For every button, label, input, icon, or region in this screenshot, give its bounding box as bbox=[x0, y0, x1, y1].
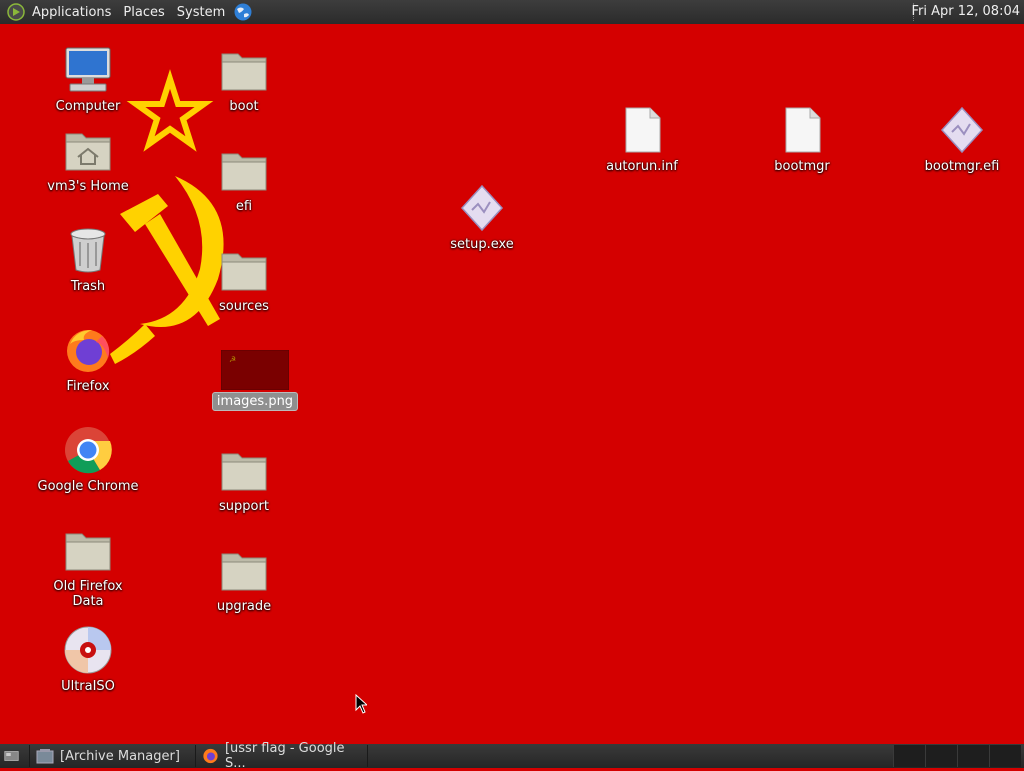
folder-icon bbox=[221, 53, 267, 91]
desktop-icon-images-png[interactable]: ☭ images.png bbox=[200, 346, 310, 411]
desktop-icon-ultraiso[interactable]: UltraISO bbox=[33, 624, 143, 695]
folder-icon bbox=[65, 533, 111, 571]
desktop-icon-old-firefox-data[interactable]: Old Firefox Data bbox=[33, 524, 143, 610]
icon-label: setup.exe bbox=[450, 237, 514, 252]
computer-icon bbox=[65, 47, 111, 92]
icon-label: UltraISO bbox=[61, 679, 115, 694]
desktop-icon-sources[interactable]: sources bbox=[189, 244, 299, 315]
desktop-icon-computer[interactable]: Computer bbox=[33, 44, 143, 115]
icon-label: bootmgr bbox=[774, 159, 830, 174]
folder-icon bbox=[221, 253, 267, 291]
executable-icon bbox=[460, 184, 504, 232]
icon-label: upgrade bbox=[216, 599, 272, 614]
text-file-icon bbox=[625, 107, 661, 153]
show-desktop-button[interactable] bbox=[0, 745, 30, 767]
folder-icon bbox=[221, 453, 267, 491]
taskbar-item-label: [Archive Manager] bbox=[60, 748, 180, 764]
icon-label: images.png bbox=[211, 392, 299, 411]
icon-label: boot bbox=[229, 99, 259, 114]
icon-label: Old Firefox Data bbox=[53, 579, 123, 609]
desktop-icon-bootmgr[interactable]: bootmgr bbox=[747, 104, 857, 175]
icon-label: support bbox=[219, 499, 269, 514]
icon-label: bootmgr.efi bbox=[924, 159, 1000, 174]
desktop-icon-autorun-inf[interactable]: autorun.inf bbox=[587, 104, 697, 175]
mouse-pointer-icon bbox=[355, 694, 367, 714]
icon-label: autorun.inf bbox=[606, 159, 678, 174]
places-menu[interactable]: Places bbox=[117, 5, 170, 20]
web-browser-launcher-icon[interactable] bbox=[233, 2, 253, 22]
desktop-icon-trash[interactable]: Trash bbox=[33, 224, 143, 295]
workspace-1[interactable] bbox=[893, 745, 925, 767]
desktop-icon-chrome[interactable]: Google Chrome bbox=[33, 424, 143, 495]
home-folder-icon bbox=[65, 133, 111, 171]
archive-manager-icon bbox=[36, 749, 54, 764]
top-panel: Applications Places System Fri Apr 12, 0… bbox=[0, 0, 1024, 24]
workspace-4[interactable] bbox=[989, 745, 1021, 767]
taskbar-item-label: [ussr flag - Google S... bbox=[224, 741, 345, 771]
desktop-icon-upgrade[interactable]: upgrade bbox=[189, 544, 299, 615]
firefox-icon bbox=[67, 330, 110, 372]
desktop-icon-home[interactable]: vm3's Home bbox=[33, 124, 143, 195]
folder-icon bbox=[221, 153, 267, 191]
text-file-icon bbox=[785, 107, 821, 153]
taskbar-item-archive-manager[interactable]: [Archive Manager] bbox=[30, 745, 196, 767]
show-desktop-icon bbox=[4, 751, 19, 761]
desktop-icon-setup-exe[interactable]: setup.exe bbox=[427, 182, 537, 253]
icon-label: Trash bbox=[70, 279, 106, 294]
firefox-icon bbox=[203, 748, 218, 764]
taskbar-item-firefox[interactable]: [ussr flag - Google S... bbox=[196, 741, 368, 771]
chrome-icon bbox=[65, 427, 112, 474]
desktop-icon-firefox[interactable]: Firefox bbox=[33, 324, 143, 395]
trash-icon bbox=[70, 228, 106, 273]
executable-icon bbox=[940, 106, 984, 154]
desktop-icon-bootmgr-efi[interactable]: bootmgr.efi bbox=[907, 104, 1017, 175]
icon-label: Firefox bbox=[66, 379, 110, 394]
ultraiso-icon bbox=[64, 626, 112, 674]
icon-label: Computer bbox=[55, 99, 121, 114]
folder-icon bbox=[221, 553, 267, 591]
clock[interactable]: Fri Apr 12, 08:04 bbox=[911, 0, 1020, 24]
icon-label: sources bbox=[219, 299, 269, 314]
desktop-icon-boot[interactable]: boot bbox=[189, 44, 299, 115]
image-thumbnail-icon: ☭ bbox=[221, 350, 289, 390]
system-menu[interactable]: System bbox=[171, 5, 231, 20]
icon-label: Google Chrome bbox=[37, 479, 139, 494]
svg-text:☭: ☭ bbox=[229, 355, 236, 364]
distro-logo-icon[interactable] bbox=[6, 2, 26, 22]
applications-menu[interactable]: Applications bbox=[26, 5, 117, 20]
desktop-icon-support[interactable]: support bbox=[189, 444, 299, 515]
bottom-panel: [Archive Manager] [ussr flag - Google S.… bbox=[0, 741, 1024, 771]
icon-label: vm3's Home bbox=[47, 179, 129, 194]
desktop[interactable]: Computer vm3's Home Trash Firefox Google… bbox=[0, 24, 1024, 744]
workspace-3[interactable] bbox=[957, 745, 989, 767]
desktop-icon-efi[interactable]: efi bbox=[189, 144, 299, 215]
icon-label: efi bbox=[235, 199, 253, 214]
workspace-2[interactable] bbox=[925, 745, 957, 767]
